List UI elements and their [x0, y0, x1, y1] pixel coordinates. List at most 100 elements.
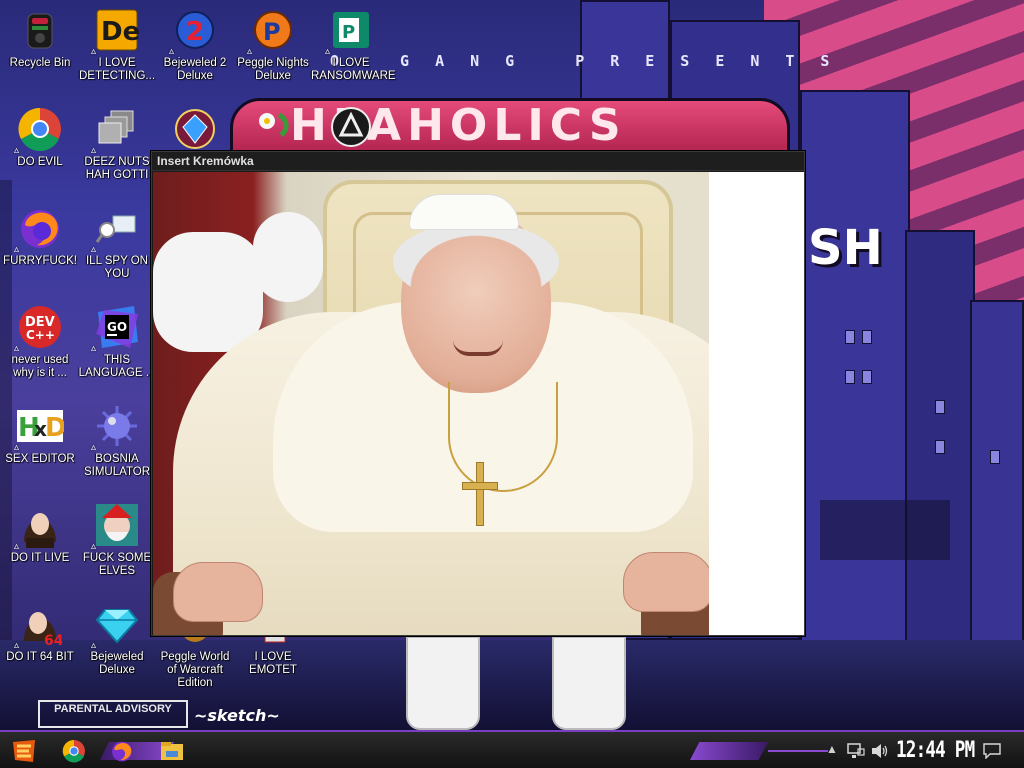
desktop-icon-emblem[interactable] [311, 103, 391, 151]
desktop-icon-do-it-live[interactable]: ▵ DO IT LIVE [0, 501, 80, 565]
desktop-icon-chrome[interactable]: ▵ DO EVIL [0, 105, 80, 169]
icon-label: DO IT LIVE [10, 552, 70, 564]
desktop-icon-ransomware[interactable]: P ▵ I LOVE RANSOMWARE [311, 6, 396, 83]
wallpaper-legs [400, 636, 636, 730]
show-hidden-icons-icon[interactable]: ▲ [826, 742, 838, 756]
window-image [153, 172, 804, 635]
hxd-icon: HxD ▵ [14, 402, 64, 453]
network-icon[interactable] [846, 741, 866, 761]
svg-text:2: 2 [186, 17, 204, 47]
parental-advisory-label: PARENTAL ADVISORY [38, 700, 188, 728]
windows-stack-icon: ▵ [91, 105, 141, 156]
photo-cross [476, 462, 484, 526]
wallpaper-window [990, 450, 1000, 464]
wallpaper-window [862, 330, 872, 344]
network-spy-icon: ▵ [91, 204, 141, 255]
icon-label: DO IT 64 BIT [6, 651, 74, 663]
desktop-icon-goland[interactable]: GO ▵ THIS LANGUAGE ... [77, 303, 157, 380]
shortcut-arrow-icon: ▵ [91, 145, 97, 156]
chrome-icon: ▵ [14, 105, 64, 156]
photo-hand [173, 562, 263, 622]
volume-icon[interactable] [870, 741, 890, 761]
image-viewer-window[interactable]: Insert Kremówka [151, 151, 805, 636]
plant-icon [249, 103, 297, 151]
photo-white-margin [709, 172, 804, 635]
start-icon[interactable] [10, 737, 38, 765]
shortcut-arrow-icon: ▵ [14, 442, 20, 453]
photo-zucchetto [409, 194, 519, 230]
taskbar-clock[interactable]: 12:44 PM [896, 738, 975, 763]
bejeweled-2-icon: 2 ▵ [169, 6, 219, 57]
dev-cpp-icon: DEV C++ ▵ [14, 303, 64, 354]
desktop-icon-bejeweled-2[interactable]: 2 ▵ Bejeweled 2 Deluxe [155, 6, 235, 83]
wallpaper-building [800, 90, 910, 650]
wallpaper-window [935, 400, 945, 414]
desktop-icon-detect-it-easy[interactable]: De ▵ I LOVE DETECTING... [77, 6, 157, 83]
desktop-icon-bejeweled-3[interactable] [155, 105, 235, 153]
icon-label: Bejeweled Deluxe [90, 651, 144, 676]
shortcut-arrow-icon: ▵ [14, 541, 20, 552]
shortcut-arrow-icon: ▵ [91, 244, 97, 255]
shortcut-arrow-icon: ▵ [91, 343, 97, 354]
icon-label: Bejeweled 2 Deluxe [163, 57, 227, 82]
svg-text:De: De [101, 17, 139, 47]
firefox-icon: ▵ [14, 204, 64, 255]
desktop-icon-do-it-64[interactable]: 64 ▵ DO IT 64 BIT [0, 600, 80, 664]
photo-hand [623, 552, 713, 612]
icon-label: SEX EDITOR [5, 453, 75, 465]
icon-label: I LOVE EMOTET [249, 651, 297, 676]
shortcut-arrow-icon: ▵ [247, 46, 253, 57]
desktop-icon-peggle-nights[interactable]: P ▵ Peggle Nights Deluxe [233, 6, 313, 83]
photo-chain [448, 382, 558, 492]
window-title: Insert Kremówka [157, 154, 254, 168]
icon-label: never used why is it ... [11, 354, 69, 379]
shortcut-arrow-icon: ▵ [14, 640, 20, 651]
taskbar: ▲ 12:44 PM [0, 730, 1024, 768]
svg-text:D: D [45, 413, 64, 443]
shortcut-arrow-icon: ▵ [169, 46, 175, 57]
portrait-icon: ▵ [14, 501, 64, 552]
desktop-icon-bejeweled-deluxe[interactable]: ▵ Bejeweled Deluxe [77, 600, 157, 677]
desktop-icon-plant[interactable] [233, 103, 313, 151]
desktop-icon-elves[interactable]: ▵ FUCK SOME ELVES [77, 501, 157, 578]
wallpaper-graffiti: ~sketch~ [194, 706, 280, 725]
elf-icon: ▵ [91, 501, 141, 552]
icon-label: DEEZ NUTS HAH GOTTI [84, 156, 150, 181]
icon-label: THIS LANGUAGE ... [78, 354, 156, 379]
desktop-icon-recycle-bin[interactable]: Recycle Bin [0, 6, 80, 70]
shortcut-arrow-icon: ▵ [91, 541, 97, 552]
taskbar-decoration [690, 742, 768, 760]
icon-label: Peggle Nights Deluxe [237, 57, 309, 82]
notification-icon[interactable] [982, 741, 1002, 761]
chrome-icon[interactable] [60, 737, 88, 765]
svg-text:P: P [263, 18, 281, 46]
shortcut-arrow-icon: ▵ [91, 442, 97, 453]
svg-text:P: P [342, 22, 355, 43]
recycle-bin-icon [16, 6, 64, 54]
photo-cross-bar [462, 482, 498, 490]
shortcut-arrow-icon: ▵ [14, 343, 20, 354]
svg-text:C++: C++ [26, 328, 55, 342]
icon-label: Peggle World of Warcraft Edition [160, 651, 230, 689]
wallpaper-band-text: O GANG PRESENTS [330, 52, 856, 70]
desktop-icon-spy[interactable]: ▵ ILL SPY ON YOU [77, 204, 157, 281]
diamond-icon: ▵ [91, 600, 141, 651]
desktop-icon-minesweeper[interactable]: ▵ BOSNIA SIMULATOR [77, 402, 157, 479]
detect-it-easy-icon: De ▵ [91, 6, 141, 57]
icon-label: BOSNIA SIMULATOR [83, 453, 151, 478]
wallpaper-fence [820, 500, 950, 560]
portrait-64-icon: 64 ▵ [14, 600, 64, 651]
wallpaper-window [845, 370, 855, 384]
firefox-icon[interactable] [108, 737, 136, 765]
file-explorer-icon[interactable] [158, 737, 186, 765]
desktop-icon-firefox[interactable]: ▵ FURRYFUCK! [0, 204, 80, 268]
minesweeper-icon: ▵ [91, 402, 141, 453]
desktop-icon-deez-nuts[interactable]: ▵ DEEZ NUTS HAH GOTTI [77, 105, 157, 182]
wallpaper-window [862, 370, 872, 384]
desktop-icon-dev-cpp[interactable]: DEV C++ ▵ never used why is it ... [0, 303, 80, 380]
window-title-bar[interactable]: Insert Kremówka [152, 152, 804, 171]
icon-label: I LOVE RANSOMWARE [311, 57, 396, 82]
goland-icon: GO ▵ [91, 303, 141, 354]
photo-fur-trim [153, 232, 263, 352]
desktop-icon-hxd[interactable]: HxD ▵ SEX EDITOR [0, 402, 80, 466]
